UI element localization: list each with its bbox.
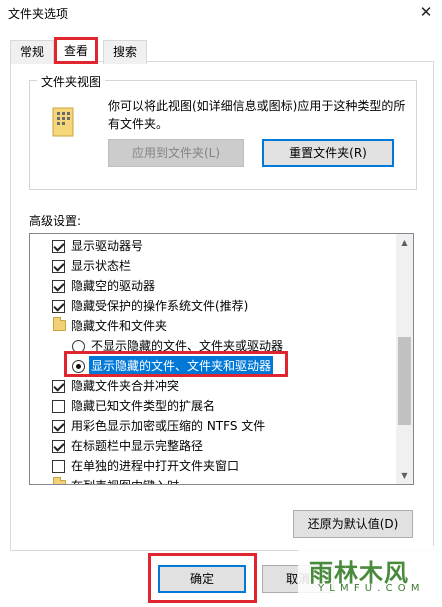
checkbox[interactable] <box>52 420 65 433</box>
list-item[interactable]: 在标题栏中显示完整路径 <box>30 436 396 456</box>
list-item-label: 隐藏空的驱动器 <box>71 279 156 293</box>
list-item[interactable]: 隐藏空的驱动器 <box>30 276 396 296</box>
ok-highlight <box>148 553 257 603</box>
restore-defaults-button[interactable]: 还原为默认值(D) <box>293 510 413 538</box>
checkbox[interactable] <box>52 460 65 473</box>
close-icon[interactable]: ✕ <box>414 2 438 22</box>
scroll-up-icon[interactable]: ▲ <box>396 234 413 251</box>
list-item-label: 在列表视图中键入时 <box>71 476 179 484</box>
watermark-url: Y L M F U . C O M <box>318 583 421 594</box>
tab-search[interactable]: 搜索 <box>103 40 147 64</box>
folder-view-icon <box>52 107 74 137</box>
reset-folders-button[interactable]: 重置文件夹(R) <box>262 139 394 167</box>
list-item-label: 用彩色显示加密或压缩的 NTFS 文件 <box>71 419 266 433</box>
folder-icon <box>53 317 66 331</box>
checkbox[interactable] <box>52 240 65 253</box>
tab-view[interactable]: 查看 <box>54 37 98 64</box>
list-item-label: 隐藏受保护的操作系统文件(推荐) <box>71 299 249 313</box>
list-item[interactable]: 隐藏受保护的操作系统文件(推荐) <box>30 296 396 316</box>
folder-views-label: 文件夹视图 <box>37 73 106 90</box>
scroll-down-icon[interactable]: ▼ <box>396 467 413 484</box>
checkbox[interactable] <box>52 260 65 273</box>
list-item[interactable]: 隐藏文件夹合并冲突 <box>30 376 396 396</box>
list-group-header: 隐藏文件和文件夹 <box>30 316 396 336</box>
checkbox[interactable] <box>52 380 65 393</box>
folder-icon <box>53 477 66 484</box>
checkbox[interactable] <box>52 400 65 413</box>
list-item[interactable]: 在单独的进程中打开文件夹窗口 <box>30 456 396 476</box>
list-item-label: 隐藏文件夹合并冲突 <box>71 379 180 393</box>
list-item-label: 在单独的进程中打开文件夹窗口 <box>71 459 240 473</box>
list-item[interactable]: 隐藏已知文件类型的扩展名 <box>30 396 396 416</box>
list-item[interactable]: 用彩色显示加密或压缩的 NTFS 文件 <box>30 416 396 436</box>
checkbox[interactable] <box>52 440 65 453</box>
selection-highlight <box>64 351 288 377</box>
dialog-title: 文件夹选项 <box>8 7 69 21</box>
list-item-label: 显示驱动器号 <box>71 239 144 253</box>
list-item[interactable]: 显示驱动器号 <box>30 236 396 256</box>
checkbox[interactable] <box>52 300 65 313</box>
list-group-header: 在列表视图中键入时 <box>30 476 396 484</box>
list-item[interactable]: 显示状态栏 <box>30 256 396 276</box>
scroll-thumb[interactable] <box>398 337 411 425</box>
folder-views-description: 你可以将此视图(如详细信息或图标)应用于这种类型的所有文件夹。 <box>108 99 406 131</box>
apply-to-folders-button[interactable]: 应用到文件夹(L) <box>108 139 244 167</box>
list-scrollbar[interactable]: ▲ ▼ <box>396 234 413 484</box>
tab-general[interactable]: 常规 <box>10 40 54 64</box>
advanced-settings-label: 高级设置: <box>29 214 82 228</box>
list-item-label: 显示状态栏 <box>71 259 132 273</box>
list-item-label: 隐藏已知文件类型的扩展名 <box>71 399 216 413</box>
checkbox[interactable] <box>52 280 65 293</box>
list-item-label: 隐藏文件和文件夹 <box>71 319 168 333</box>
list-item-label: 在标题栏中显示完整路径 <box>71 439 204 453</box>
